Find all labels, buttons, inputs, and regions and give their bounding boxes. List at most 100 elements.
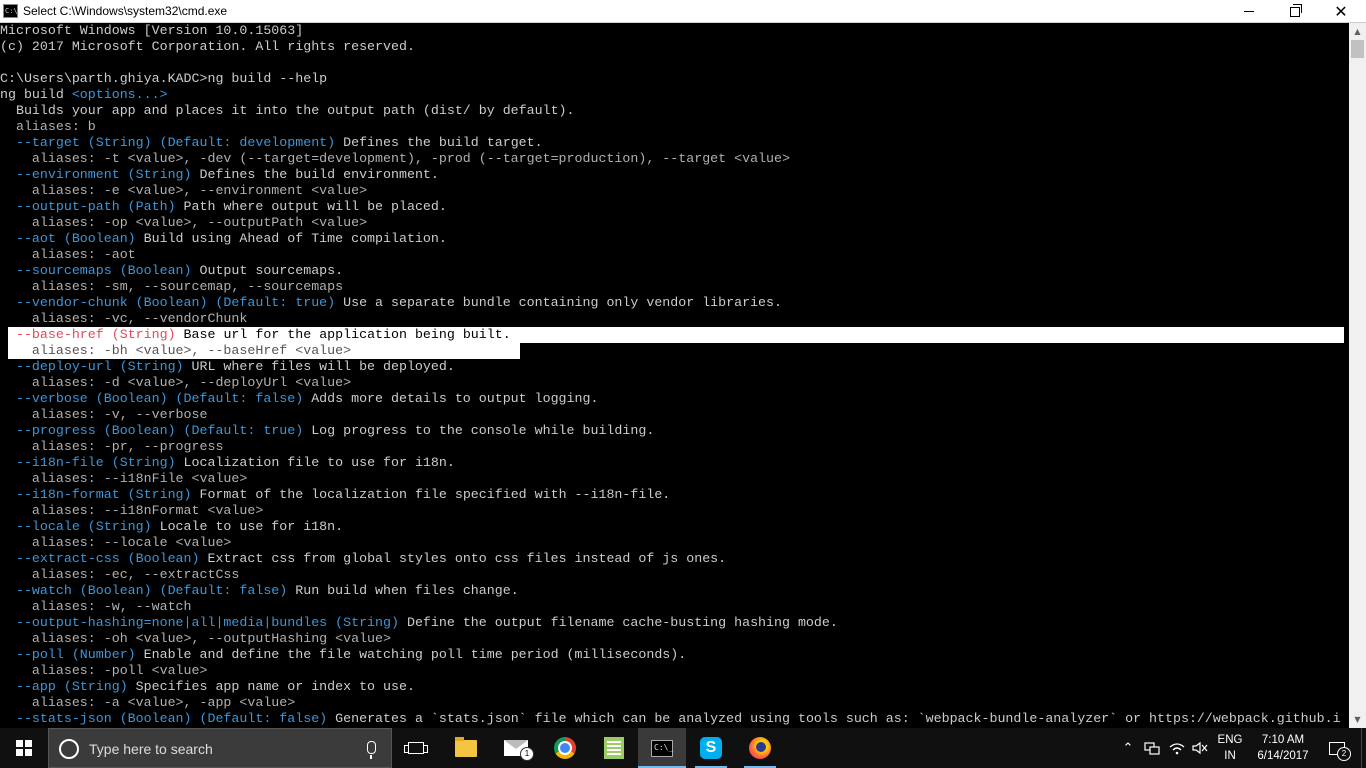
console-text-segment: --output-hashing=none|all|media|bundles … (0, 615, 399, 630)
system-clock[interactable]: 7:10 AM 6/14/2017 (1248, 732, 1318, 764)
skype-icon: S (700, 737, 722, 759)
task-view-button[interactable] (392, 728, 440, 768)
wifi-icon[interactable] (1166, 728, 1188, 768)
search-placeholder: Type here to search (89, 741, 213, 757)
console-line: C:\Users\parth.ghiya.KADC>ng build --hel… (0, 71, 327, 87)
console-text-segment: Define the output filename cache-busting… (398, 615, 838, 630)
file-explorer-button[interactable] (442, 728, 490, 768)
cmd-app-icon[interactable]: C:\ (3, 4, 18, 18)
firefox-icon (749, 737, 771, 759)
console-line: aliases: -sm, --sourcemap, --sourcemaps (0, 279, 343, 295)
show-desktop-button[interactable] (1361, 728, 1366, 768)
folder-icon (455, 736, 477, 757)
task-view-icon (404, 742, 428, 754)
console-line: aliases: -v, --verbose (0, 407, 208, 423)
console-text-segment: aliases: -bh <value>, --baseHref <value> (0, 343, 352, 358)
action-center-button[interactable]: 2 (1320, 728, 1354, 768)
console-text-segment: --extract-css (Boolean) (0, 551, 200, 566)
console-text-segment: Generates a `stats.json` file which can … (327, 711, 1341, 726)
console-line: aliases: -ec, --extractCss (0, 567, 239, 583)
console-line: aliases: -a <value>, -app <value> (0, 695, 295, 711)
console-text-segment: --verbose (Boolean) (Default: false) (0, 391, 304, 406)
notepad-button[interactable] (590, 728, 638, 768)
console-line: --deploy-url (String) URL where files wi… (0, 359, 455, 375)
console-line: aliases: -bh <value>, --baseHref <value> (0, 343, 351, 359)
microphone-icon[interactable] (367, 741, 376, 759)
console-text-segment: --stats-json (Boolean) (Default: false) (0, 711, 328, 726)
console-text-segment: Specifies app name or index to use. (127, 679, 415, 694)
minimize-icon (1244, 11, 1254, 12)
chevron-up-icon: ⌃ (1122, 740, 1134, 756)
vertical-scrollbar[interactable]: ▲ ▼ (1349, 23, 1366, 728)
scroll-up-button[interactable]: ▲ (1349, 23, 1366, 40)
console-text-segment: --poll (Number) (0, 647, 136, 662)
console-text-segment: C:\Users\parth.ghiya.KADC>ng build --hel… (0, 71, 328, 86)
console-output[interactable]: Microsoft Windows [Version 10.0.15063] (c… (0, 23, 1349, 728)
console-line: --target (String) (Default: development)… (0, 135, 543, 151)
console-text-segment: aliases: -t <value>, -dev (--target=deve… (0, 151, 790, 166)
console-text-segment: aliases: -op <value>, --outputPath <valu… (0, 215, 368, 230)
console-text-segment: Build using Ahead of Time compilation. (135, 231, 447, 246)
start-button[interactable] (0, 728, 48, 768)
console-text-segment: Path where output will be placed. (175, 199, 447, 214)
console-text-segment: Localization file to use for i18n. (175, 455, 455, 470)
console-line: --sourcemaps (Boolean) Output sourcemaps… (0, 263, 343, 279)
show-hidden-icons-button[interactable]: ⌃ (1120, 728, 1136, 768)
console-text-segment: aliases: -poll <value> (0, 663, 208, 678)
console-text-segment: Builds your app and places it into the o… (0, 103, 575, 118)
volume-muted-icon[interactable] (1190, 728, 1210, 768)
console-line: aliases: -w, --watch (0, 599, 192, 615)
scrollbar-thumb[interactable] (1351, 40, 1364, 58)
close-icon: ✕ (1334, 1, 1348, 21)
console-text-segment: --locale (String) (0, 519, 152, 534)
console-line: --extract-css (Boolean) Extract css from… (0, 551, 726, 567)
console-text-segment: Format of the localization file specifie… (191, 487, 671, 502)
taskbar-search-box[interactable]: Type here to search (48, 728, 392, 768)
console-line: --base-href (String) Base url for the ap… (0, 327, 511, 343)
console-line: aliases: --locale <value> (0, 535, 232, 551)
chrome-button[interactable] (541, 728, 589, 768)
console-line: --environment (String) Defines the build… (0, 167, 439, 183)
console-line: --progress (Boolean) (Default: true) Log… (0, 423, 654, 439)
console-text-segment: Extract css from global styles onto css … (199, 551, 727, 566)
close-button[interactable]: ✕ (1318, 0, 1364, 23)
console-text-segment: --base-href (String) (0, 327, 176, 342)
console-text-segment: ng build (0, 87, 72, 102)
console-line: aliases: --i18nFile <value> (0, 471, 247, 487)
console-text-segment: aliases: b (0, 119, 96, 134)
console-line: --i18n-format (String) Format of the loc… (0, 487, 670, 503)
console-text-segment: Output sourcemaps. (191, 263, 344, 278)
console-text-segment: --output-path (Path) (0, 199, 176, 214)
firefox-button[interactable] (736, 728, 784, 768)
console-text-segment: --environment (String) (0, 167, 192, 182)
console-text-segment: aliases: -oh <value>, --outputHashing <v… (0, 631, 391, 646)
console-text-segment: --progress (Boolean) (Default: true) (0, 423, 304, 438)
console-line: --i18n-file (String) Localization file t… (0, 455, 455, 471)
minimize-button[interactable] (1226, 0, 1272, 23)
console-text-segment: aliases: -aot (0, 247, 136, 262)
console-text-segment: (c) 2017 Microsoft Corporation. All righ… (0, 39, 415, 54)
console-line: --watch (Boolean) (Default: false) Run b… (0, 583, 519, 599)
command-prompt-button[interactable]: C:\_ (638, 728, 686, 768)
mail-badge: 1 (520, 747, 534, 761)
console-text-segment: aliases: -vc, --vendorChunk (0, 311, 248, 326)
console-text-segment: URL where files will be deployed. (183, 359, 455, 374)
console-line: --vendor-chunk (Boolean) (Default: true)… (0, 295, 782, 311)
skype-button[interactable]: S (687, 728, 735, 768)
console-text-segment: aliases: --i18nFile <value> (0, 471, 248, 486)
console-text-segment: aliases: -v, --verbose (0, 407, 208, 422)
scroll-down-button[interactable]: ▼ (1349, 711, 1366, 728)
mail-button[interactable]: 1 (492, 728, 540, 768)
window-title-bar[interactable]: C:\ Select C:\Windows\system32\cmd.exe ✕ (0, 0, 1366, 23)
network-ethernet-icon[interactable] (1142, 728, 1162, 768)
maximize-button[interactable] (1272, 0, 1318, 23)
windows-logo-icon (16, 740, 32, 756)
restore-icon (1290, 3, 1302, 17)
console-text-segment: Adds more details to output logging. (303, 391, 599, 406)
region-code: IN (1224, 750, 1236, 762)
console-text-segment: Locale to use for i18n. (151, 519, 344, 534)
console-line: aliases: -d <value>, --deployUrl <value> (0, 375, 351, 391)
console-line: --locale (String) Locale to use for i18n… (0, 519, 343, 535)
console-text-segment: Defines the build target. (335, 135, 543, 150)
input-language-indicator[interactable]: ENG IN (1214, 732, 1246, 764)
